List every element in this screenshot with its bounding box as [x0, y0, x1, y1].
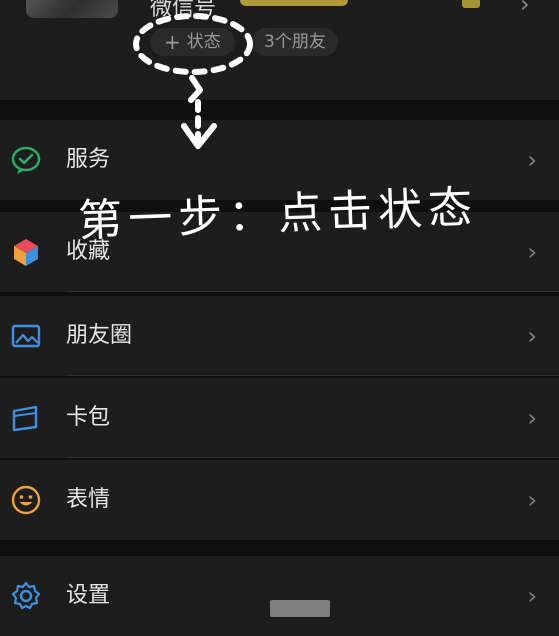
menu-item-stickers[interactable]: 表情 ›: [0, 460, 559, 540]
wechat-pay-icon: [11, 146, 41, 174]
menu-item-label: 设置: [66, 583, 111, 608]
wechat-id: 微信号: [150, 0, 217, 21]
menu-item-moments[interactable]: 朋友圈 ›: [0, 296, 559, 376]
chevron-right-icon: ›: [527, 404, 537, 432]
card-wallet-icon: [12, 405, 38, 432]
menu-item-label: 表情: [66, 487, 111, 512]
status-button[interactable]: + 状态: [150, 28, 235, 56]
menu-item-label: 卡包: [66, 405, 111, 430]
moments-picture-icon: [11, 324, 41, 348]
menu-item-settings[interactable]: 设置 ›: [0, 556, 559, 636]
chevron-right-icon: ›: [527, 582, 537, 610]
blurred-id-value: [240, 0, 348, 6]
divider: [66, 457, 559, 458]
settings-gear-icon: [11, 581, 41, 610]
qr-code-icon[interactable]: [462, 0, 480, 8]
chevron-right-icon: ›: [527, 486, 537, 514]
chevron-right-icon: ›: [527, 146, 537, 174]
profile-header: 微信号 › + 状态 3个朋友: [0, 0, 559, 100]
status-label: 状态: [186, 32, 221, 52]
menu-item-card-wallet[interactable]: 卡包 ›: [0, 378, 559, 458]
chevron-right-icon: ›: [527, 322, 537, 350]
avatar[interactable]: [26, 0, 118, 18]
divider: [66, 375, 559, 376]
plus-icon: +: [164, 30, 181, 54]
divider: [66, 291, 559, 292]
chevron-right-icon: ›: [527, 238, 537, 266]
home-indicator: [270, 600, 330, 617]
favorites-cube-icon: [14, 239, 38, 266]
menu-item-label: 朋友圈: [66, 323, 133, 348]
chevron-right-icon[interactable]: ›: [520, 0, 530, 18]
emoji-smile-icon: [11, 485, 41, 515]
friends-count[interactable]: 3个朋友: [252, 28, 338, 56]
